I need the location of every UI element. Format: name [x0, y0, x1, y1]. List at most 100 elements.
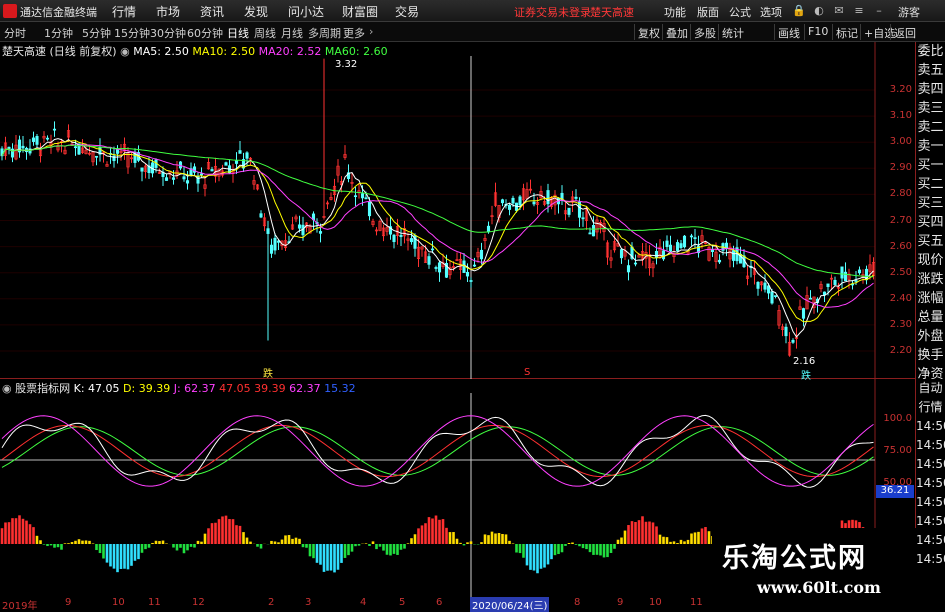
candle-body	[410, 238, 412, 241]
chevron-right-icon[interactable]: ›	[369, 25, 373, 38]
minimize-icon[interactable]: –	[872, 4, 886, 18]
quote-field[interactable]: 卖二	[916, 118, 945, 137]
lock-icon[interactable]: 🔒	[792, 4, 806, 18]
candle-body	[274, 238, 276, 250]
menu-discover[interactable]: 发现	[244, 3, 268, 20]
quote-field[interactable]: 买五	[916, 232, 945, 251]
volume-bar	[67, 543, 70, 544]
quote-field[interactable]: 总量	[916, 308, 945, 327]
period-day[interactable]: 日线	[227, 25, 249, 41]
period-1min[interactable]: 1分钟	[44, 25, 73, 41]
quote-field[interactable]: 买一	[916, 156, 945, 175]
candle-body	[32, 138, 34, 142]
menu-market[interactable]: 市场	[156, 3, 180, 20]
candle-body	[393, 235, 395, 242]
ma60-label: MA60: 2.60	[325, 45, 388, 58]
adjust-button[interactable]: 复权	[634, 24, 663, 40]
candle-body	[519, 197, 521, 205]
kline-svg[interactable]	[0, 42, 915, 379]
quote-field[interactable]: 换手	[916, 346, 945, 365]
overlay-button[interactable]: 叠加	[662, 24, 691, 40]
candle-body	[680, 244, 682, 248]
volume-bar	[421, 525, 424, 544]
mark-button[interactable]: 标记	[832, 24, 861, 40]
candle-body	[428, 257, 430, 265]
quote-field[interactable]: 卖三	[916, 99, 945, 118]
draw-button[interactable]: 画线	[774, 24, 803, 40]
mail-icon[interactable]: ✉	[832, 4, 846, 18]
menu-layout[interactable]: 版面	[697, 4, 719, 20]
bell-icon[interactable]: ◐	[812, 4, 826, 18]
volume-bar	[655, 526, 658, 544]
volume-bar	[592, 544, 595, 555]
quote-field[interactable]: 卖五	[916, 61, 945, 80]
volume-bar	[701, 528, 704, 544]
menu-ask[interactable]: 问小达	[288, 3, 324, 20]
menu-news[interactable]: 资讯	[200, 3, 224, 20]
multi-stock-button[interactable]: 多股	[690, 24, 719, 40]
menu-formula[interactable]: 公式	[729, 4, 751, 20]
quote-field[interactable]: 涨幅	[916, 289, 945, 308]
trade-login-status[interactable]: 证券交易未登录	[514, 4, 591, 20]
menu-icon[interactable]: ≡	[852, 4, 866, 18]
f10-button[interactable]: F10	[804, 24, 831, 40]
menu-wealth[interactable]: 财富圈	[342, 3, 378, 20]
period-more[interactable]: 更多	[343, 25, 365, 41]
candle-body	[827, 284, 829, 287]
stats-button[interactable]: 统计	[718, 24, 747, 40]
volume-bar	[470, 541, 473, 544]
menu-trade[interactable]: 交易	[395, 3, 419, 20]
candle-body	[844, 272, 846, 281]
menu-function[interactable]: 功能	[664, 4, 686, 20]
volume-bar	[519, 544, 522, 553]
candle-body	[473, 265, 475, 266]
guest-label[interactable]: 游客	[898, 4, 920, 20]
period-5min[interactable]: 5分钟	[82, 25, 111, 41]
candle-body	[533, 202, 535, 204]
period-multi[interactable]: 多周期	[308, 25, 341, 41]
k-line	[2, 415, 874, 487]
quote-field[interactable]: 外盘	[916, 327, 945, 346]
kline-chart[interactable]: 楚天高速 (日线 前复权) ◉ MA5: 2.50 MA10: 2.50 MA2…	[0, 42, 915, 379]
quote-field[interactable]: 卖四	[916, 80, 945, 99]
volume-bar	[452, 532, 455, 544]
volume-bar	[557, 544, 560, 554]
volume-bar	[330, 544, 333, 571]
quote-field[interactable]: 现价	[916, 251, 945, 270]
quote-field[interactable]: 涨跌	[916, 270, 945, 289]
tick-time: 14:50	[916, 493, 945, 512]
candle-body	[183, 177, 185, 179]
tick-header[interactable]: 自动	[916, 379, 945, 398]
quote-field[interactable]: 委比	[916, 42, 945, 61]
period-month[interactable]: 月线	[281, 25, 303, 41]
menu-quotes[interactable]: 行情	[112, 3, 136, 20]
menu-options[interactable]: 选项	[760, 4, 782, 20]
volume-bar	[393, 544, 396, 554]
period-tick[interactable]: 分时	[4, 25, 26, 41]
tick-header[interactable]: 行情	[916, 398, 945, 417]
quote-field[interactable]: 买二	[916, 175, 945, 194]
back-button[interactable]: 返回	[890, 24, 919, 40]
settings-dot-icon[interactable]: ◉	[120, 45, 130, 58]
settings-dot-icon[interactable]: ◉	[2, 382, 12, 395]
alert-stock[interactable]: 楚天高速	[590, 4, 634, 20]
indicator-axis-label: 75.00	[878, 445, 912, 456]
period-week[interactable]: 周线	[254, 25, 276, 41]
candle-body	[225, 163, 227, 166]
candle-body	[785, 327, 787, 336]
volume-bar	[382, 544, 385, 551]
candle-body	[718, 260, 720, 262]
candle-body	[732, 250, 734, 260]
period-30min[interactable]: 30分钟	[150, 25, 186, 41]
volume-bar	[249, 542, 252, 544]
volume-bar	[491, 532, 494, 544]
candle-body	[235, 161, 237, 164]
period-15min[interactable]: 15分钟	[114, 25, 150, 41]
period-60min[interactable]: 60分钟	[187, 25, 223, 41]
quote-field[interactable]: 卖一	[916, 137, 945, 156]
quote-field[interactable]: 买三	[916, 194, 945, 213]
indicator-name: 股票指标网	[15, 382, 70, 395]
volume-bar	[207, 528, 210, 544]
quote-field[interactable]: 买四	[916, 213, 945, 232]
signal-marker: S	[524, 367, 530, 378]
